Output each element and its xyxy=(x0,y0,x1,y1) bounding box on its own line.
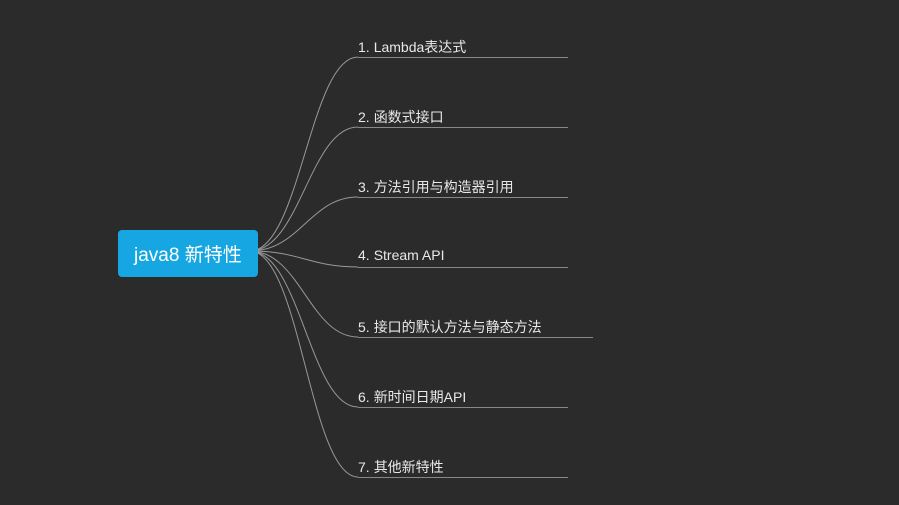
child-node-5[interactable]: 5.接口的默认方法与静态方法 xyxy=(358,317,542,337)
child-label: 接口的默认方法与静态方法 xyxy=(374,319,542,335)
child-index: 7. xyxy=(358,459,370,475)
connector-path-2 xyxy=(250,127,358,251)
child-index: 3. xyxy=(358,179,370,195)
root-label: java8 新特性 xyxy=(134,245,242,266)
connector-path-6 xyxy=(250,251,358,407)
child-underline-2 xyxy=(358,127,568,128)
child-underline-1 xyxy=(358,57,568,58)
connector-path-4 xyxy=(250,251,358,267)
child-index: 2. xyxy=(358,109,370,125)
child-label: Lambda表达式 xyxy=(374,39,467,55)
child-label: 函数式接口 xyxy=(374,109,444,125)
root-node[interactable]: java8 新特性 xyxy=(118,230,258,277)
child-underline-4 xyxy=(358,267,568,268)
child-index: 5. xyxy=(358,319,370,335)
child-underline-5 xyxy=(358,337,593,338)
child-underline-6 xyxy=(358,407,568,408)
child-node-1[interactable]: 1.Lambda表达式 xyxy=(358,37,466,57)
child-label: 新时间日期API xyxy=(374,389,467,405)
connector-path-5 xyxy=(250,251,358,337)
child-node-4[interactable]: 4.Stream API xyxy=(358,247,445,263)
child-node-7[interactable]: 7.其他新特性 xyxy=(358,457,444,477)
connector-path-3 xyxy=(250,197,358,251)
child-node-2[interactable]: 2.函数式接口 xyxy=(358,107,444,127)
child-label: 方法引用与构造器引用 xyxy=(374,179,514,195)
connector-path-7 xyxy=(250,251,358,477)
child-underline-7 xyxy=(358,477,568,478)
child-label: 其他新特性 xyxy=(374,459,444,475)
connector-path-1 xyxy=(250,57,358,251)
child-index: 6. xyxy=(358,389,370,405)
child-index: 1. xyxy=(358,39,370,55)
child-underline-3 xyxy=(358,197,568,198)
child-label: Stream API xyxy=(374,247,445,263)
child-node-6[interactable]: 6.新时间日期API xyxy=(358,387,466,407)
child-node-3[interactable]: 3.方法引用与构造器引用 xyxy=(358,177,514,197)
child-index: 4. xyxy=(358,247,370,263)
